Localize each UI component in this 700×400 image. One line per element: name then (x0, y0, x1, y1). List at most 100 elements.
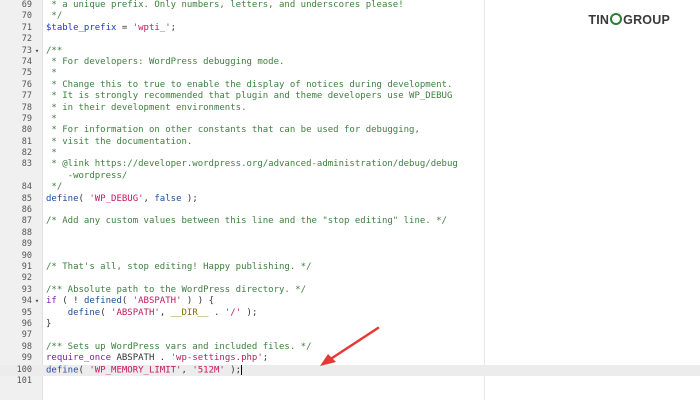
logo-text-end: GROUP (623, 13, 670, 27)
red-arrow-annotation (320, 326, 380, 366)
code-text: define( 'ABSPATH', __DIR__ . '/' ); (46, 307, 258, 319)
line-number: 89 (21, 239, 32, 250)
code-text: * (46, 148, 56, 159)
logo-text-start: TIN (588, 13, 610, 27)
code-token: 'WP_DEBUG' (89, 193, 144, 204)
code-editor[interactable]: 69 * a unique prefix. Only numbers, lett… (0, 0, 700, 400)
code-text: * a unique prefix. Only numbers, letters… (46, 0, 404, 11)
code-token: /** Sets up WordPress vars and included … (46, 341, 312, 352)
code-line[interactable]: 75 * (0, 68, 700, 79)
code-line[interactable]: 80 * For information on other constants … (0, 125, 700, 136)
code-token: */ (46, 182, 63, 193)
code-token: 'WP_MEMORY_LIMIT' (89, 365, 182, 375)
code-line[interactable]: 84 */ (0, 182, 700, 193)
code-line[interactable]: 87 /* Add any custom values between this … (0, 216, 700, 227)
line-number: 83 (21, 159, 32, 170)
line-number: 93 (21, 284, 32, 295)
text-cursor (241, 364, 243, 375)
code-line[interactable]: 86 (0, 205, 700, 216)
code-text: * Change this to true to enable the disp… (46, 80, 452, 91)
code-token: defined (83, 296, 122, 307)
code-line[interactable]: 91 /* That's all, stop editing! Happy pub… (0, 262, 700, 273)
code-token: * (46, 68, 57, 79)
code-line[interactable]: 72 (0, 34, 700, 45)
line-number: 88 (21, 227, 32, 238)
code-token: ( (100, 307, 112, 318)
code-text: define( 'WP_MEMORY_LIMIT', '512M' ); (46, 364, 243, 377)
code-token: define (46, 193, 79, 204)
code-token: __DIR__ (170, 307, 209, 318)
line-number: 86 (21, 205, 32, 216)
code-text: $table_prefix = 'wpti_'; (46, 23, 176, 34)
code-token: '512M' (192, 365, 225, 375)
fold-toggle-icon[interactable]: ▾ (33, 46, 41, 57)
code-text: -wordpress/ (46, 171, 128, 182)
code-line[interactable]: 92 (0, 273, 700, 284)
code-token: 'wpti_' (132, 22, 171, 33)
line-number: 99 (21, 353, 32, 364)
line-number: 71 (21, 22, 32, 33)
code-line[interactable]: 79 * (0, 114, 700, 125)
code-line[interactable]: 74 * For developers: WordPress debugging… (0, 57, 700, 68)
line-number: 81 (21, 136, 32, 147)
code-line[interactable]: 94 ▾ if ( ! defined( 'ABSPATH' ) ) { (0, 296, 700, 307)
code-line[interactable]: 95 define( 'ABSPATH', __DIR__ . '/' ); (0, 308, 700, 319)
code-token: * It is strongly recommended that plugin… (46, 91, 453, 102)
code-token: * visit the documentation. (46, 136, 193, 147)
line-number: 92 (21, 273, 32, 284)
code-line[interactable]: -wordpress/ (0, 171, 700, 182)
code-token: if (46, 296, 57, 307)
line-number: 78 (21, 102, 32, 113)
code-token: , (159, 307, 171, 318)
code-text: * For developers: WordPress debugging mo… (46, 57, 284, 68)
code-text: * (46, 113, 57, 125)
code-line[interactable]: 76 * Change this to true to enable the d… (0, 80, 700, 91)
code-line[interactable]: 81 * visit the documentation. (0, 137, 700, 148)
code-line[interactable]: 69 * a unique prefix. Only numbers, lett… (0, 0, 700, 11)
code-token: * @link https://developer.wordpress.org/… (46, 159, 458, 170)
code-line[interactable]: 90 (0, 251, 700, 262)
line-number: 74 (21, 56, 32, 67)
code-token: 'ABSPATH' (111, 307, 160, 318)
line-number: 79 (21, 113, 32, 124)
code-token: */ (46, 11, 63, 22)
code-line[interactable]: 85 define( 'WP_DEBUG', false ); (0, 194, 700, 205)
code-token: ); (224, 365, 242, 375)
line-number: 97 (21, 330, 32, 341)
code-token: * For developers: WordPress debugging mo… (46, 56, 285, 67)
code-token: . (208, 307, 225, 318)
code-text: if ( ! defined( 'ABSPATH' ) ) { (46, 296, 214, 307)
line-number: 77 (21, 91, 32, 102)
code-token: , (143, 193, 155, 204)
code-token: * (46, 113, 57, 124)
code-line[interactable]: 88 (0, 228, 700, 239)
code-line[interactable]: 78 * in their development environments. (0, 103, 700, 114)
code-token: /** Absolute path to the WordPress direc… (46, 284, 307, 295)
code-line[interactable]: 82 * (0, 148, 700, 159)
code-token: ( (78, 365, 90, 375)
code-line[interactable]: 89 (0, 239, 700, 250)
line-number: 73 (21, 45, 32, 56)
code-token: , (181, 365, 193, 375)
fold-toggle-icon[interactable]: ▾ (33, 296, 41, 307)
line-number: 98 (21, 341, 32, 352)
code-line[interactable]: 83 * @link https://developer.wordpress.o… (0, 159, 700, 170)
code-token: ABSPATH . (111, 353, 171, 364)
code-token: ( (121, 296, 133, 307)
code-line[interactable]: 77 * It is strongly recommended that plu… (0, 91, 700, 102)
code-token: ; (170, 22, 177, 33)
code-token: 'wp-settings.php' (170, 353, 263, 364)
code-token: 'ABSPATH' (132, 296, 182, 307)
code-text: /** Absolute path to the WordPress direc… (46, 285, 306, 296)
code-token: define (67, 307, 101, 318)
code-token: /* That's all, stop editing! Happy publi… (46, 261, 312, 272)
line-number: 85 (21, 193, 32, 204)
code-text: * @link https://developer.wordpress.org/… (46, 159, 458, 170)
line-number: 94 (21, 296, 32, 307)
code-token: * a unique prefix. Only numbers, letters… (46, 0, 404, 10)
code-line[interactable]: 73 ▾ /** (0, 46, 700, 57)
code-text: * (46, 68, 57, 79)
code-line[interactable]: 93 /** Absolute path to the WordPress dir… (0, 285, 700, 296)
code-token: require_once (46, 353, 112, 364)
